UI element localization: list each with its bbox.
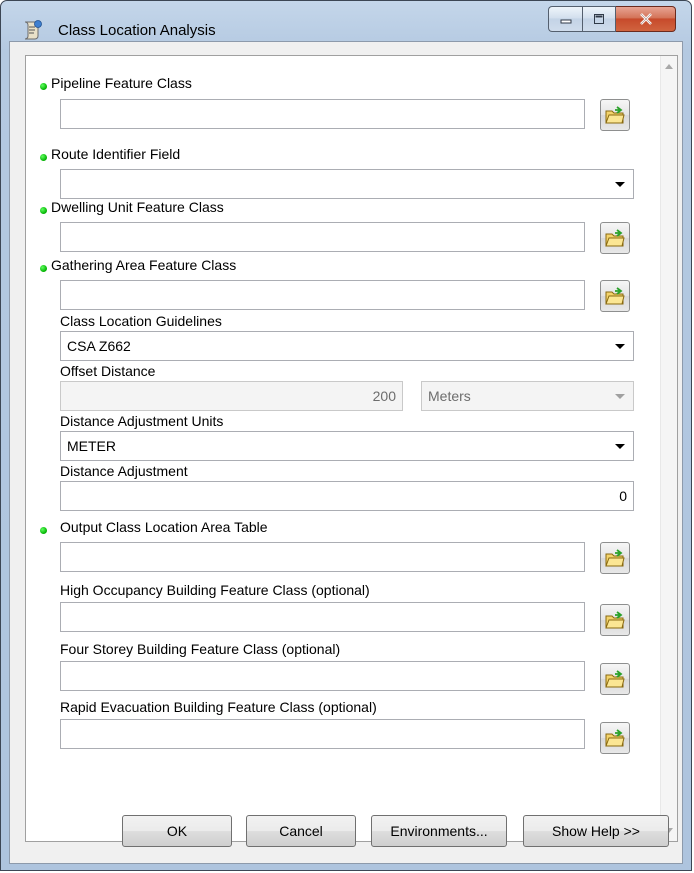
ok-button[interactable]: OK xyxy=(122,815,232,847)
required-indicator xyxy=(40,207,47,214)
required-indicator xyxy=(40,83,47,90)
parameters-panel[interactable]: Pipeline Feature Class Route Identifier … xyxy=(25,55,678,842)
offset-unit-dropdown[interactable]: Meters xyxy=(421,381,634,411)
browse-folder-icon xyxy=(605,670,625,688)
offset-distance-label: Offset Distance xyxy=(60,363,156,379)
browse-folder-icon xyxy=(605,611,625,629)
pipeline-fc-label: Pipeline Feature Class xyxy=(51,75,192,91)
gathering-fc-label: Gathering Area Feature Class xyxy=(51,257,237,273)
output-table-input[interactable] xyxy=(60,542,585,572)
tool-script-icon xyxy=(24,20,42,40)
browse-button[interactable] xyxy=(600,280,630,312)
guidelines-value: CSA Z662 xyxy=(67,338,131,354)
minimize-icon xyxy=(560,19,571,24)
dwelling-fc-input[interactable] xyxy=(60,222,585,252)
adj-label: Distance Adjustment xyxy=(60,463,188,479)
browse-folder-icon xyxy=(605,229,625,247)
dialog-client: Pipeline Feature Class Route Identifier … xyxy=(9,41,683,864)
browse-folder-icon xyxy=(605,287,625,305)
guidelines-label: Class Location Guidelines xyxy=(60,313,222,329)
browse-folder-icon xyxy=(605,106,625,124)
adj-units-dropdown[interactable]: METER xyxy=(60,431,634,461)
adj-units-value: METER xyxy=(67,438,116,454)
chevron-down-icon xyxy=(615,444,625,449)
required-indicator xyxy=(40,154,47,161)
gathering-fc-input[interactable] xyxy=(60,280,585,310)
scroll-up-icon[interactable] xyxy=(665,64,673,69)
dwelling-fc-label: Dwelling Unit Feature Class xyxy=(51,199,224,215)
browse-button[interactable] xyxy=(600,663,630,695)
browse-button[interactable] xyxy=(600,604,630,636)
browse-button[interactable] xyxy=(600,222,630,254)
close-icon xyxy=(639,13,652,25)
cancel-button[interactable]: Cancel xyxy=(246,815,356,847)
browse-button[interactable] xyxy=(600,99,630,131)
route-id-dropdown[interactable] xyxy=(60,169,634,199)
rapid-evac-input[interactable] xyxy=(60,719,585,749)
offset-unit-value: Meters xyxy=(428,388,471,404)
chevron-down-icon xyxy=(615,344,625,349)
high-occ-input[interactable] xyxy=(60,602,585,632)
adj-units-label: Distance Adjustment Units xyxy=(60,413,224,429)
dialog-window: Class Location Analysis Pipeline Feature… xyxy=(0,0,692,871)
browse-button[interactable] xyxy=(600,542,630,574)
chevron-down-icon xyxy=(615,394,625,399)
minimize-button[interactable] xyxy=(548,6,582,32)
output-table-label: Output Class Location Area Table xyxy=(60,519,268,535)
pipeline-fc-input[interactable] xyxy=(60,99,585,129)
adj-input[interactable]: 0 xyxy=(60,481,634,511)
window-title: Class Location Analysis xyxy=(58,22,216,39)
maximize-button[interactable] xyxy=(582,6,616,32)
four-storey-input[interactable] xyxy=(60,661,585,691)
browse-folder-icon xyxy=(605,549,625,567)
four-storey-label: Four Storey Building Feature Class (opti… xyxy=(60,641,341,657)
browse-button[interactable] xyxy=(600,722,630,754)
chevron-down-icon xyxy=(615,182,625,187)
browse-folder-icon xyxy=(605,729,625,747)
window-controls xyxy=(548,6,676,34)
vertical-scrollbar[interactable] xyxy=(660,56,677,841)
offset-distance-input[interactable]: 200 xyxy=(60,381,403,411)
required-indicator xyxy=(40,527,47,534)
rapid-evac-label: Rapid Evacuation Building Feature Class … xyxy=(60,699,377,715)
required-indicator xyxy=(40,265,47,272)
show-help-button[interactable]: Show Help >> xyxy=(523,815,669,847)
environments-button[interactable]: Environments... xyxy=(371,815,507,847)
high-occ-label: High Occupancy Building Feature Class (o… xyxy=(60,582,370,598)
guidelines-dropdown[interactable]: CSA Z662 xyxy=(60,331,634,361)
route-id-label: Route Identifier Field xyxy=(51,146,181,162)
maximize-icon xyxy=(594,14,604,24)
close-button[interactable] xyxy=(616,6,676,32)
